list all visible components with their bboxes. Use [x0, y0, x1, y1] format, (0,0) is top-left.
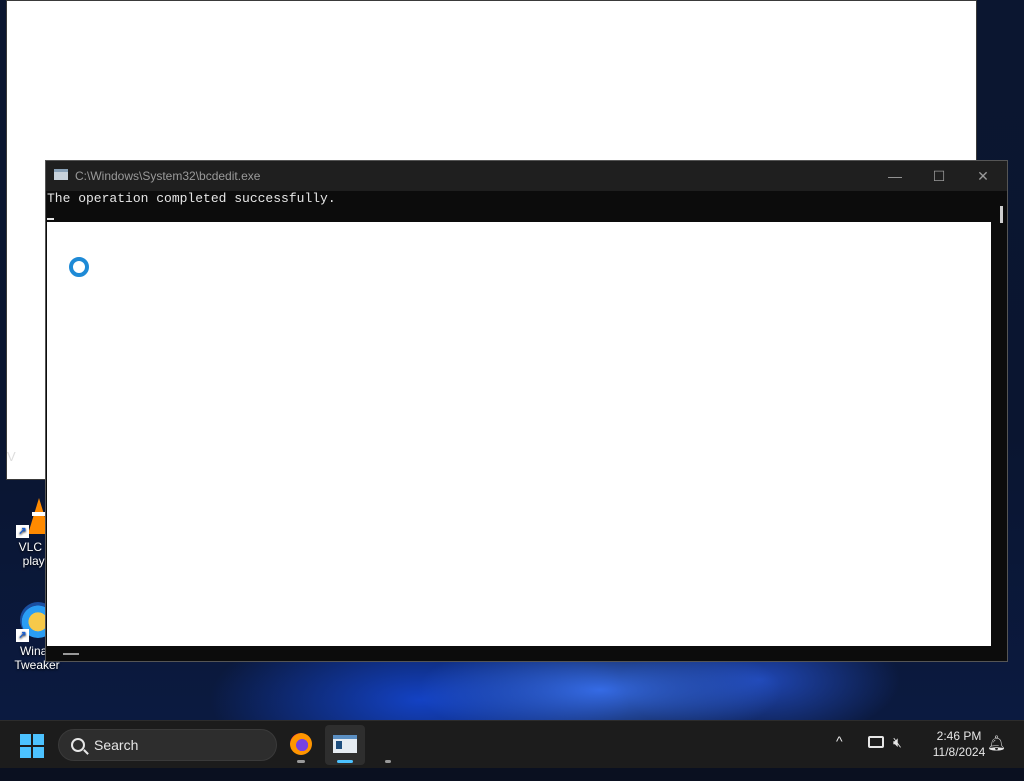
loading-spinner-icon: [69, 257, 89, 277]
shortcut-arrow-icon: ↗: [16, 525, 29, 538]
taskbar-app-firefox[interactable]: [281, 725, 321, 765]
loading-overlay: [47, 222, 991, 646]
firefox-icon: [290, 733, 312, 755]
console-output: The operation completed successfully.: [47, 191, 336, 206]
maximize-button[interactable]: ☐: [917, 161, 961, 191]
notification-bell-icon[interactable]: 🔔︎: [987, 734, 1006, 752]
active-indicator: [337, 760, 353, 763]
desktop: V ↗ VLC m playe ↗ Winae Tweaker C:\Windo…: [0, 0, 1024, 720]
search-label: Search: [94, 737, 139, 753]
scrollbar[interactable]: [1000, 206, 1003, 223]
taskbar-app-cmd[interactable]: [325, 725, 365, 765]
volume-muted-icon[interactable]: 🔇︎: [893, 734, 902, 751]
taskbar-app-unknown[interactable]: [369, 725, 409, 765]
search-icon: [71, 738, 85, 752]
windows-logo-icon: [20, 734, 31, 745]
minimize-button[interactable]: —: [873, 161, 917, 191]
background-window-edge-text: V: [7, 449, 16, 464]
minimized-dash: [63, 653, 79, 655]
network-icon[interactable]: [868, 736, 884, 748]
running-indicator: [385, 760, 391, 763]
taskbar: Search ^ 🔇︎ 2:46 PM 11/8/2024 🔔︎: [0, 720, 1024, 768]
cmd-titlebar[interactable]: C:\Windows\System32\bcdedit.exe — ☐ ✕: [46, 161, 1007, 191]
console-cursor: [47, 218, 54, 220]
running-indicator: [297, 760, 305, 763]
search-box[interactable]: Search: [58, 729, 277, 761]
window-title: C:\Windows\System32\bcdedit.exe: [75, 169, 261, 183]
cmd-icon: [54, 169, 68, 180]
close-button[interactable]: ✕: [961, 161, 1005, 191]
cmd-window[interactable]: C:\Windows\System32\bcdedit.exe — ☐ ✕ Th…: [45, 160, 1008, 662]
shortcut-arrow-icon: ↗: [16, 629, 29, 642]
show-hidden-icons-chevron-icon[interactable]: ^: [836, 733, 843, 781]
start-button[interactable]: [20, 734, 44, 758]
cmd-icon: [333, 735, 357, 753]
